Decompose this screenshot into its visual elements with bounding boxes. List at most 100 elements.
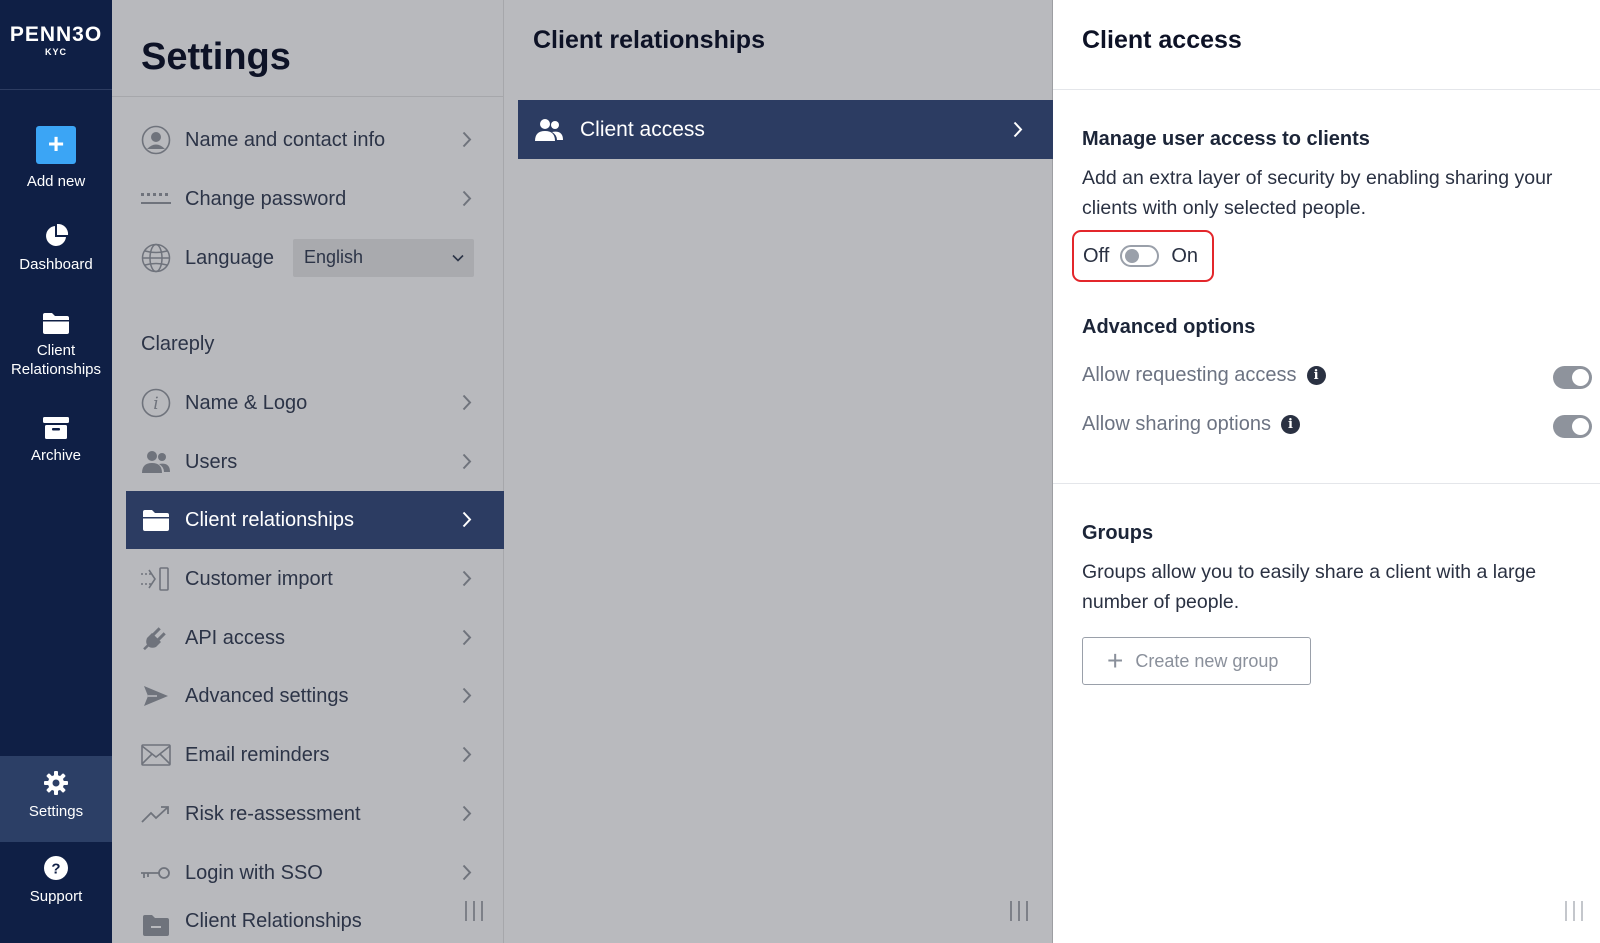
chevron-right-icon [462,394,472,411]
option-allow-sharing-options: Allow sharing options i [1082,413,1572,436]
chevron-right-icon [462,511,472,528]
create-new-group-label: Create new group [1135,650,1279,671]
rail-add-new[interactable]: + Add new [0,126,112,191]
toggle-on-label: On [1171,244,1198,267]
rail-dashboard-label: Dashboard [19,256,93,273]
settings-item-label: Customer import [185,567,333,590]
chevron-right-icon [462,131,472,148]
toggle-knob [1572,369,1589,386]
manage-description: Add an extra layer of security by enabli… [1082,167,1553,219]
logo-brand: PENN3O [9,23,103,46]
pie-chart-icon [46,223,69,246]
settings-item-change-password[interactable]: Change password [126,170,504,228]
question-icon: ? [44,856,68,880]
chevron-right-icon [462,570,472,587]
section-divider [1053,483,1600,484]
key-icon [141,858,171,888]
paper-plane-icon [141,681,171,711]
trend-up-icon [141,799,171,829]
chevron-right-icon [1013,121,1023,138]
settings-item-risk-reassessment[interactable]: Risk re-assessment [126,785,504,843]
folder-icon [43,313,69,334]
language-select[interactable]: English [293,239,474,277]
client-access-toggle[interactable]: Off On [1072,230,1214,282]
manage-heading: Manage user access to clients [1082,128,1370,150]
settings-item-label: Client relationships [185,508,354,531]
toggle-knob [1125,249,1140,263]
settings-title: Settings [112,0,503,97]
settings-item-login-sso[interactable]: Login with SSO [126,844,504,902]
settings-item-label: Email reminders [185,743,330,766]
settings-item-label: Risk re-assessment [185,802,361,825]
settings-item-language: Language [126,229,286,287]
client-access-row[interactable]: Client access [518,100,1053,159]
toggle-switch[interactable] [1120,245,1160,267]
allow-sharing-options-toggle[interactable] [1553,415,1592,438]
section-label-clareply: Clareply [141,333,215,355]
plus-icon: + [36,126,76,164]
settings-item-label: Advanced settings [185,684,349,707]
chevron-right-icon [462,805,472,822]
option-allow-requesting-access: Allow requesting access i [1082,364,1572,387]
rail-settings-label: Settings [28,803,84,820]
password-dots-icon [141,184,171,214]
allow-requesting-access-toggle[interactable] [1553,366,1592,389]
rail-dashboard[interactable]: Dashboard [0,223,112,274]
folder-icon [141,910,171,940]
settings-item-email-reminders[interactable]: Email reminders [126,726,504,784]
globe-icon [141,243,171,273]
logo-sub: KYC [44,47,67,57]
toggle-off-label: Off [1083,244,1110,267]
groups-heading: Groups [1082,522,1154,544]
client-access-panel: Client access Manage user access to clie… [1053,0,1600,943]
users-icon [141,447,171,477]
plug-icon [141,623,171,653]
rail-settings[interactable]: Settings [0,756,112,842]
resize-handle-icon[interactable] [1563,901,1585,921]
option-label: Allow requesting access [1082,364,1297,386]
settings-item-api-access[interactable]: API access [126,609,504,667]
chevron-right-icon [462,746,472,763]
option-label: Allow sharing options [1082,413,1271,435]
settings-item-label: API access [185,626,286,649]
client-access-row-label: Client access [580,117,705,141]
folder-icon [141,505,171,535]
resize-handle-icon[interactable] [1008,901,1030,921]
settings-item-label: Name and contact info [185,128,386,151]
chevron-right-icon [462,453,472,470]
settings-item-users[interactable]: Users [126,433,504,491]
info-circle-icon: i [141,388,171,418]
settings-item-client-relationships[interactable]: Client relationships [126,491,504,549]
rail-support[interactable]: ? Support [0,855,112,906]
rail-client-relationships[interactable]: Client Relationships [0,311,112,379]
rail-archive[interactable]: Archive [0,416,112,465]
settings-item-label: Language [185,246,274,269]
rail-support-label: Support [29,888,83,905]
users-icon [535,118,563,141]
settings-item-client-relationships-2[interactable]: Client Relationships [126,902,504,943]
info-icon[interactable]: i [1306,366,1326,385]
chevron-right-icon [462,190,472,207]
chevron-right-icon [462,864,472,881]
info-icon[interactable]: i [1281,415,1300,434]
middle-title: Client relationships [533,26,765,54]
rail-archive-label: Archive [30,447,82,464]
logo[interactable]: PENN3O KYC [0,0,112,90]
settings-item-advanced-settings[interactable]: Advanced settings [126,667,504,725]
language-select-value: English [304,247,364,267]
settings-item-label: Login with SSO [185,861,323,884]
envelope-icon [141,740,171,770]
groups-description: Groups allow you to easily share a clien… [1082,561,1537,613]
chevron-right-icon [462,687,472,704]
settings-item-customer-import[interactable]: Customer import [126,550,504,608]
advanced-options-heading: Advanced options [1082,316,1256,338]
settings-item-name-contact[interactable]: Name and contact info [126,111,504,169]
create-new-group-button[interactable]: + Create new group [1082,637,1311,685]
toggle-knob [1572,418,1589,435]
import-icon [141,564,171,594]
plus-icon: + [1107,645,1124,676]
settings-item-label: Client Relationships [185,910,362,932]
rail-add-new-label: Add new [26,173,86,190]
settings-item-name-logo[interactable]: i Name & Logo [126,374,504,432]
resize-handle-icon[interactable] [463,901,485,921]
